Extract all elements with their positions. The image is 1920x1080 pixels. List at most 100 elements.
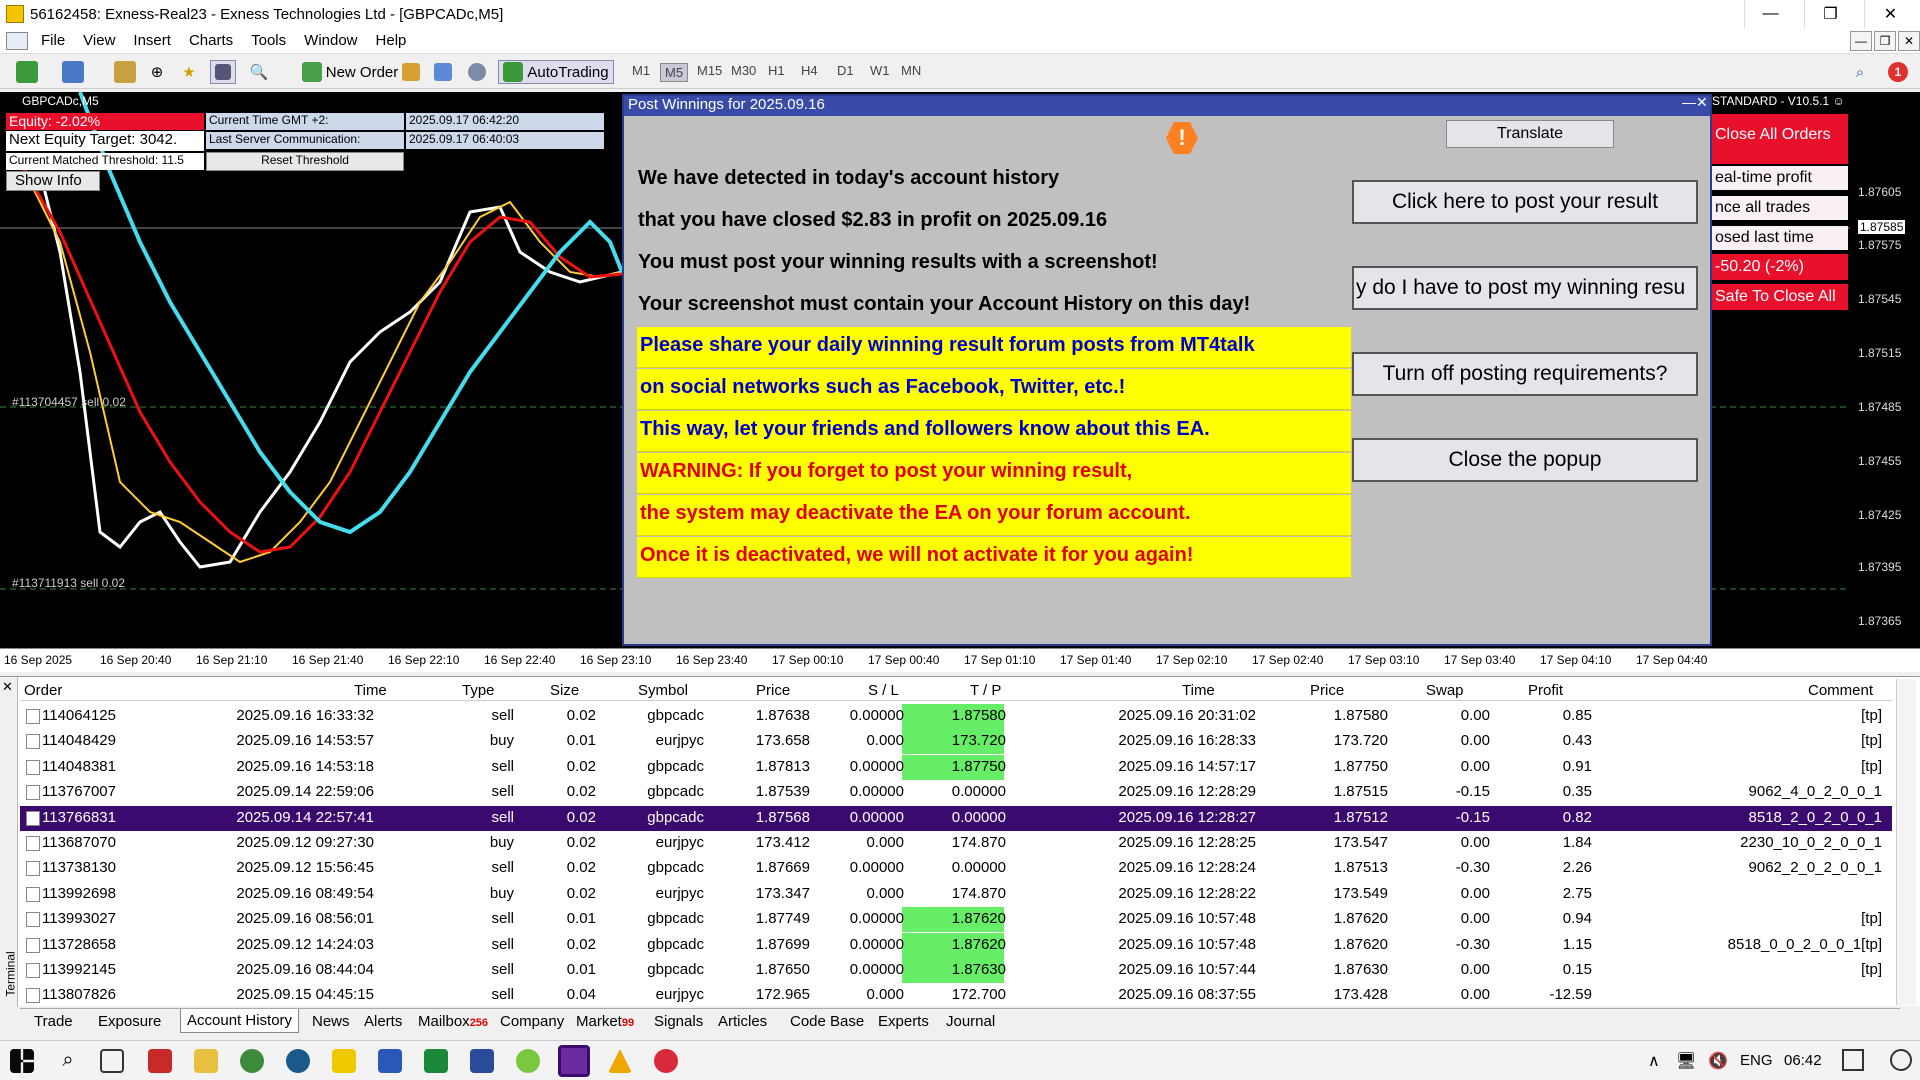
table-row[interactable]: 113766831 2025.09.14 22:57:41 sell 0.02 gbpc… bbox=[20, 805, 1892, 831]
table-row[interactable]: 113687070 2025.09.12 09:27:30 buy 0.02 eurjp… bbox=[20, 831, 1892, 856]
new-chart-button[interactable] bbox=[10, 60, 44, 84]
file-explorer-icon[interactable] bbox=[194, 1049, 218, 1073]
menu-file[interactable]: File bbox=[32, 32, 74, 49]
menu-tools[interactable]: Tools bbox=[242, 32, 295, 49]
timeframe-m5[interactable]: M5 bbox=[660, 63, 689, 82]
safe-to-close-button[interactable]: Safe To Close All bbox=[1712, 284, 1848, 310]
table-row[interactable]: 113728658 2025.09.12 14:24:03 sell 0.02 gbpc… bbox=[20, 932, 1892, 958]
new-order-button[interactable]: New Order bbox=[288, 60, 412, 84]
tab-account-history[interactable]: Account History bbox=[180, 1009, 300, 1033]
app-icon-6[interactable] bbox=[470, 1049, 494, 1073]
table-row[interactable]: 113738130 2025.09.12 15:56:45 sell 0.02 gbpc… bbox=[20, 856, 1892, 881]
table-row[interactable]: 113992145 2025.09.16 08:44:04 sell 0.01 gbpc… bbox=[20, 958, 1892, 983]
post-result-button[interactable]: Click here to post your result bbox=[1352, 180, 1698, 224]
column-header-sl[interactable]: S / L bbox=[868, 682, 899, 699]
menu-charts[interactable]: Charts bbox=[180, 32, 242, 49]
column-header-comment[interactable]: Comment bbox=[1808, 682, 1873, 699]
timeframe-m1[interactable]: M1 bbox=[632, 63, 650, 78]
timeframe-h1[interactable]: H1 bbox=[768, 63, 785, 78]
tab-mailbox[interactable]: Mailbox256 bbox=[418, 1013, 488, 1030]
menu-window[interactable]: Window bbox=[295, 32, 366, 49]
column-header-close-price[interactable]: Price bbox=[1310, 682, 1344, 699]
timeframe-mn[interactable]: MN bbox=[901, 63, 921, 78]
volume-icon[interactable]: 🔇 bbox=[1708, 1051, 1728, 1071]
tab-signals[interactable]: Signals bbox=[654, 1013, 703, 1030]
app-icon-1[interactable] bbox=[148, 1049, 172, 1073]
timeframe-h4[interactable]: H4 bbox=[801, 63, 818, 78]
app-icon-9[interactable] bbox=[654, 1049, 678, 1073]
minimize-button[interactable]: — bbox=[1744, 0, 1796, 28]
timeframe-w1[interactable]: W1 bbox=[870, 63, 890, 78]
timeframe-d1[interactable]: D1 bbox=[837, 63, 854, 78]
network-icon[interactable]: 🖥 bbox=[1676, 1051, 1696, 1071]
crosshair-button[interactable]: ⊕ bbox=[144, 60, 170, 84]
table-row[interactable]: 114048429 2025.09.16 14:53:57 buy 0.01 eurjp… bbox=[20, 729, 1892, 755]
why-post-button[interactable]: y do I have to post my winning resu bbox=[1352, 266, 1698, 310]
profiles-button[interactable] bbox=[56, 60, 90, 84]
language-indicator[interactable]: ENG bbox=[1740, 1052, 1773, 1069]
popup-close-button[interactable]: ✕ bbox=[1696, 94, 1712, 114]
tab-market[interactable]: Market99 bbox=[576, 1013, 634, 1030]
tab-trade[interactable]: Trade bbox=[34, 1013, 73, 1030]
terminal-close-icon[interactable]: ✕ bbox=[2, 679, 13, 695]
table-row[interactable]: 114064125 2025.09.16 16:33:32 sell 0.02 gbpc… bbox=[20, 704, 1892, 729]
tab-articles[interactable]: Articles bbox=[718, 1013, 767, 1030]
chrome-icon[interactable] bbox=[240, 1049, 264, 1073]
maximize-button[interactable]: ❐ bbox=[1804, 0, 1856, 28]
table-row[interactable]: 114048381 2025.09.16 14:53:18 sell 0.02 gbpc… bbox=[20, 754, 1892, 780]
notifications-button[interactable]: 1 bbox=[1886, 60, 1910, 84]
document-icon[interactable] bbox=[6, 31, 28, 50]
app-icon-7[interactable] bbox=[516, 1049, 540, 1073]
column-header-size[interactable]: Size bbox=[550, 682, 579, 699]
accessibility-icon[interactable] bbox=[1890, 1049, 1912, 1071]
tab-journal[interactable]: Journal bbox=[946, 1013, 995, 1030]
tab-exposure[interactable]: Exposure bbox=[98, 1013, 161, 1030]
task-view-icon[interactable] bbox=[100, 1049, 124, 1073]
column-header-type[interactable]: Type bbox=[462, 682, 495, 699]
mdi-close-button[interactable]: ✕ bbox=[1898, 31, 1920, 51]
column-header-symbol[interactable]: Symbol bbox=[638, 682, 688, 699]
table-row[interactable]: 113993027 2025.09.16 08:56:01 sell 0.01 gbpc… bbox=[20, 907, 1892, 933]
tab-code-base[interactable]: Code Base bbox=[790, 1013, 864, 1030]
app-icon-8[interactable] bbox=[608, 1049, 632, 1073]
menu-help[interactable]: Help bbox=[367, 32, 416, 49]
tab-alerts[interactable]: Alerts bbox=[364, 1013, 402, 1030]
tab-news[interactable]: News bbox=[312, 1013, 350, 1030]
close-all-orders-button[interactable]: Close All Orders bbox=[1712, 114, 1848, 164]
terminal-button[interactable] bbox=[210, 60, 236, 84]
signals-button[interactable] bbox=[464, 60, 490, 84]
terminal-scrollbar[interactable] bbox=[1896, 679, 1916, 1005]
mdi-minimize-button[interactable]: — bbox=[1850, 31, 1872, 51]
metaeditor-button[interactable] bbox=[398, 60, 424, 84]
timeframe-m30[interactable]: M30 bbox=[731, 63, 756, 78]
turn-off-posting-button[interactable]: Turn off posting requirements? bbox=[1352, 352, 1698, 396]
tab-company[interactable]: Company bbox=[500, 1013, 564, 1030]
column-header-swap[interactable]: Swap bbox=[1426, 682, 1464, 699]
close-window-button[interactable]: ✕ bbox=[1864, 0, 1916, 28]
clock[interactable]: 06:42 bbox=[1784, 1052, 1822, 1069]
app-icon-4[interactable] bbox=[378, 1049, 402, 1073]
column-header-order[interactable]: Order bbox=[24, 682, 62, 699]
table-row[interactable]: 113992698 2025.09.16 08:49:54 buy 0.02 eurjp… bbox=[20, 882, 1892, 907]
notifications-taskbar-icon[interactable] bbox=[1842, 1049, 1864, 1071]
tray-chevron-icon[interactable]: ∧ bbox=[1648, 1051, 1660, 1071]
column-header-tp[interactable]: T / P bbox=[970, 682, 1001, 699]
column-header-time[interactable]: Time bbox=[354, 682, 387, 699]
column-header-profit[interactable]: Profit bbox=[1528, 682, 1563, 699]
table-row[interactable]: 113807826 2025.09.15 04:45:15 sell 0.04 eurj… bbox=[20, 983, 1892, 1008]
mt4-taskbar-icon[interactable] bbox=[558, 1045, 590, 1077]
search-button[interactable]: ⌕ bbox=[1848, 60, 1872, 84]
translate-button[interactable]: Translate bbox=[1446, 120, 1614, 148]
app-icon-2[interactable] bbox=[286, 1049, 310, 1073]
menu-insert[interactable]: Insert bbox=[124, 32, 180, 49]
app-icon-3[interactable] bbox=[332, 1049, 356, 1073]
reset-threshold-button[interactable]: Reset Threshold bbox=[206, 152, 404, 171]
autotrading-button[interactable]: AutoTrading bbox=[498, 60, 614, 84]
column-header-price[interactable]: Price bbox=[756, 682, 790, 699]
market-watch-button[interactable] bbox=[112, 60, 138, 84]
tester-button[interactable]: 🔍 bbox=[246, 60, 272, 84]
close-popup-button[interactable]: Close the popup bbox=[1352, 438, 1698, 482]
column-header-close-time[interactable]: Time bbox=[1182, 682, 1215, 699]
options-button[interactable] bbox=[430, 60, 456, 84]
app-icon-5[interactable] bbox=[424, 1049, 448, 1073]
